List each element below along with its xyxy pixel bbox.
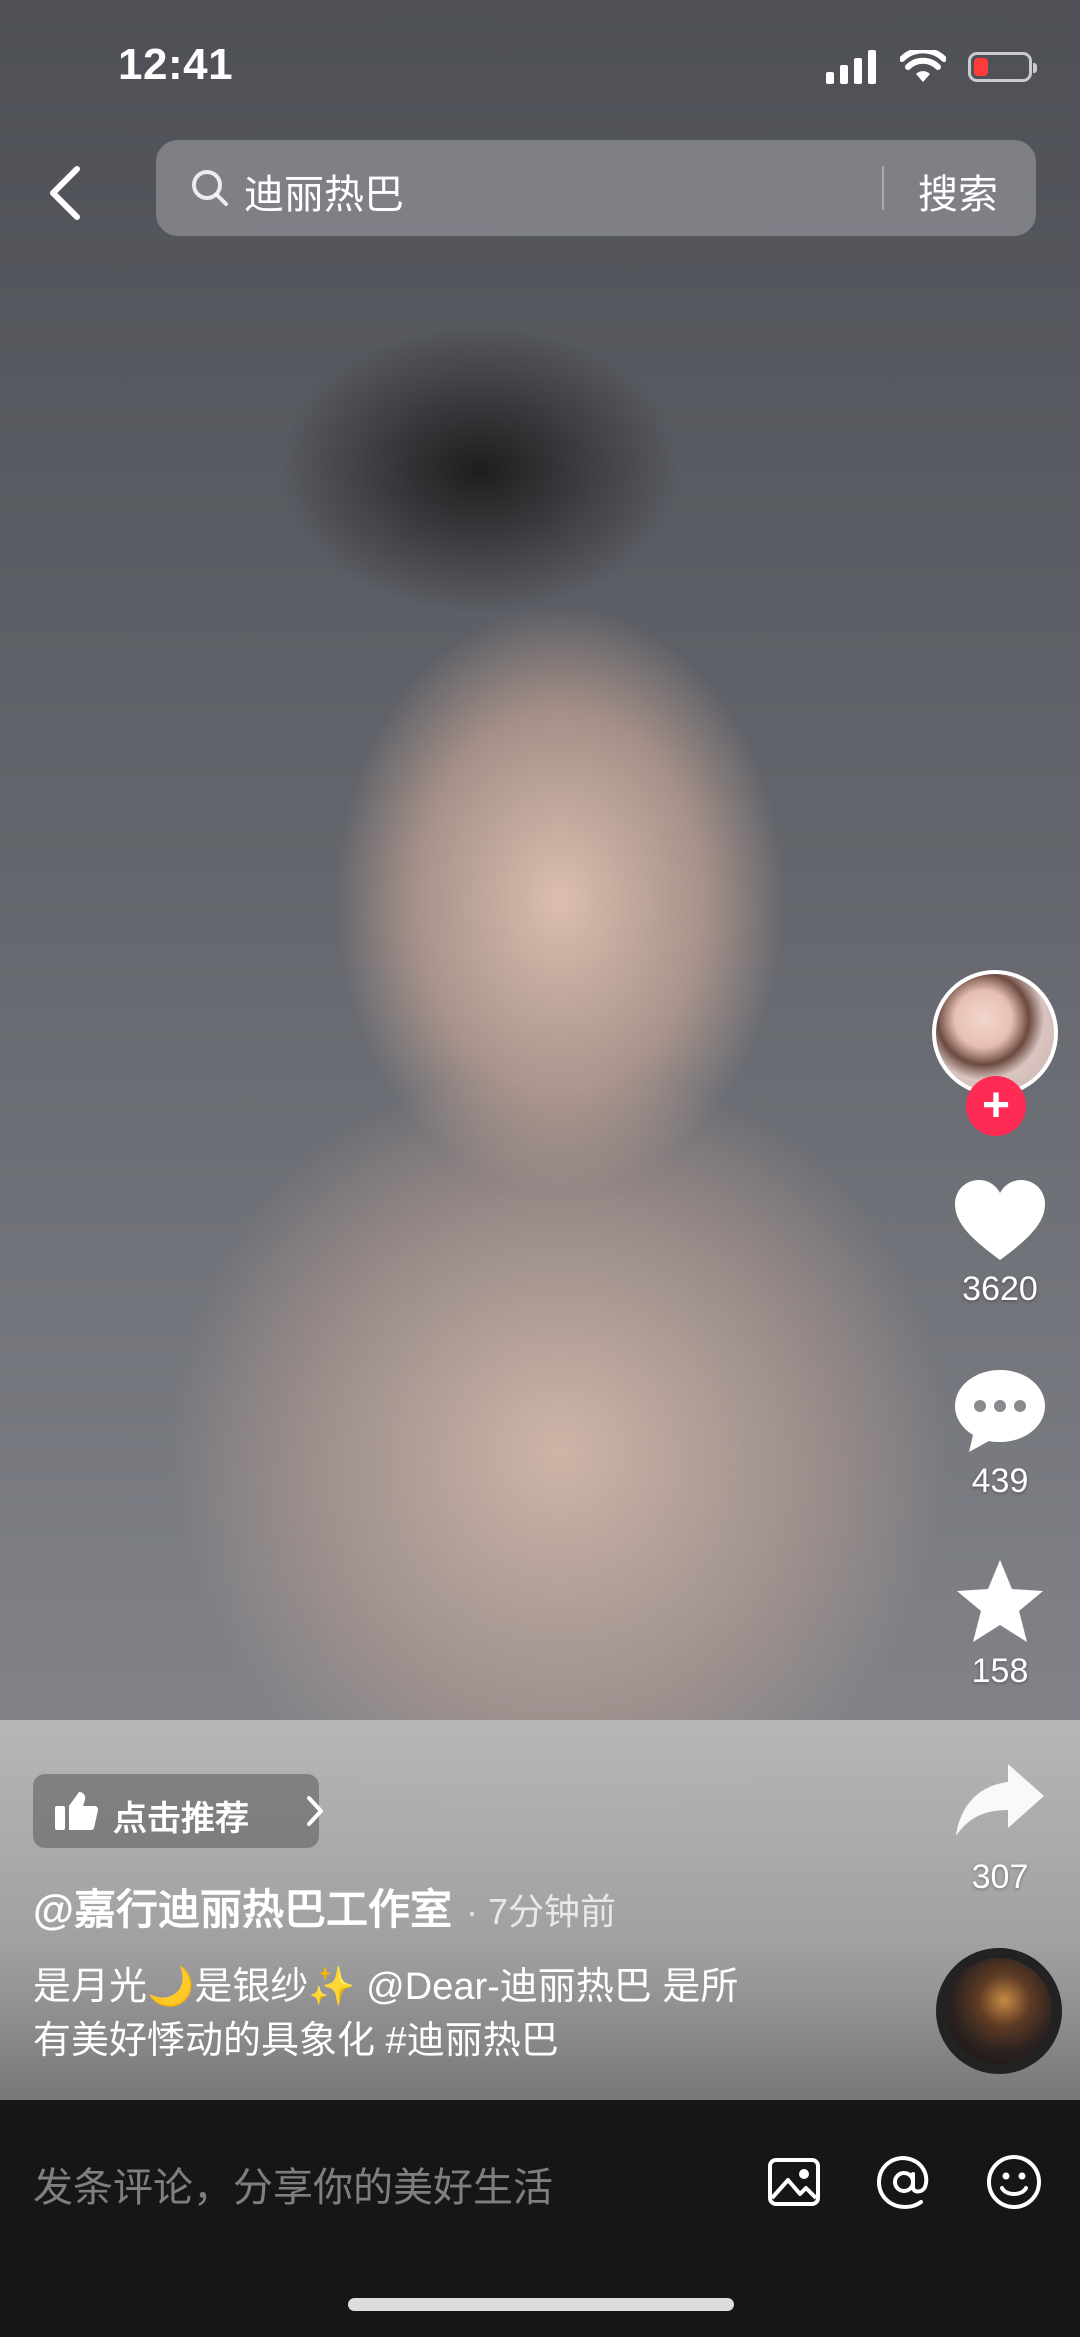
video-screen: 12:41 迪丽热巴 搜索 + 3620 439 158 307 点击推荐 @嘉… xyxy=(0,0,1080,2337)
back-button[interactable] xyxy=(40,158,90,228)
chevron-right-icon xyxy=(307,1796,323,1826)
heart-icon xyxy=(955,1180,1045,1260)
caption-line: 是月光🌙是银纱✨ @Dear-迪丽热巴 是所 xyxy=(33,1966,739,2008)
recommend-label: 点击推荐 xyxy=(113,1800,249,1838)
share-button[interactable]: 307 xyxy=(950,1762,1050,1897)
author-name[interactable]: @嘉行迪丽热巴工作室 xyxy=(33,1886,452,1933)
at-mention-icon[interactable] xyxy=(874,2152,934,2212)
comment-input[interactable]: 发条评论，分享你的美好生活 xyxy=(33,2155,553,2213)
emoji-icon[interactable] xyxy=(984,2152,1044,2212)
post-time: · 7分钟前 xyxy=(465,1891,616,1932)
favorite-button[interactable]: 158 xyxy=(950,1558,1050,1691)
star-icon xyxy=(957,1560,1043,1642)
cellular-signal-icon xyxy=(826,50,876,84)
share-count: 307 xyxy=(971,1858,1029,1896)
follow-button[interactable]: + xyxy=(966,1076,1026,1136)
comment-icon xyxy=(955,1370,1045,1452)
battery-level xyxy=(974,58,988,76)
music-disc[interactable] xyxy=(936,1948,1062,2074)
caption-line: 有美好悸动的具象化 #迪丽热巴 xyxy=(33,2020,559,2062)
author-line: @嘉行迪丽热巴工作室 · 7分钟前 xyxy=(33,1876,616,1937)
video-caption[interactable]: 是月光🌙是银纱✨ @Dear-迪丽热巴 是所 有美好悸动的具象化 #迪丽热巴 xyxy=(33,1960,873,2068)
search-input[interactable]: 迪丽热巴 xyxy=(244,162,404,220)
search-bar[interactable]: 迪丽热巴 搜索 xyxy=(156,140,1036,236)
comment-count: 439 xyxy=(971,1462,1029,1500)
status-icons xyxy=(826,50,1037,84)
search-divider xyxy=(882,166,884,210)
search-button[interactable]: 搜索 xyxy=(918,162,998,220)
like-count: 3620 xyxy=(962,1270,1038,1308)
wifi-icon xyxy=(900,50,946,82)
back-icon xyxy=(50,166,80,220)
home-indicator[interactable] xyxy=(348,2298,734,2311)
comment-button[interactable]: 439 xyxy=(950,1368,1050,1501)
recommend-chip[interactable]: 点击推荐 xyxy=(33,1774,323,1848)
favorite-count: 158 xyxy=(971,1652,1029,1690)
status-time: 12:41 xyxy=(118,40,234,89)
thumbs-up-icon xyxy=(55,1792,98,1830)
share-icon xyxy=(956,1764,1044,1836)
battery-icon xyxy=(968,52,1037,82)
like-button[interactable]: 3620 xyxy=(950,1178,1050,1309)
image-icon[interactable] xyxy=(764,2152,824,2212)
search-icon xyxy=(192,170,228,206)
